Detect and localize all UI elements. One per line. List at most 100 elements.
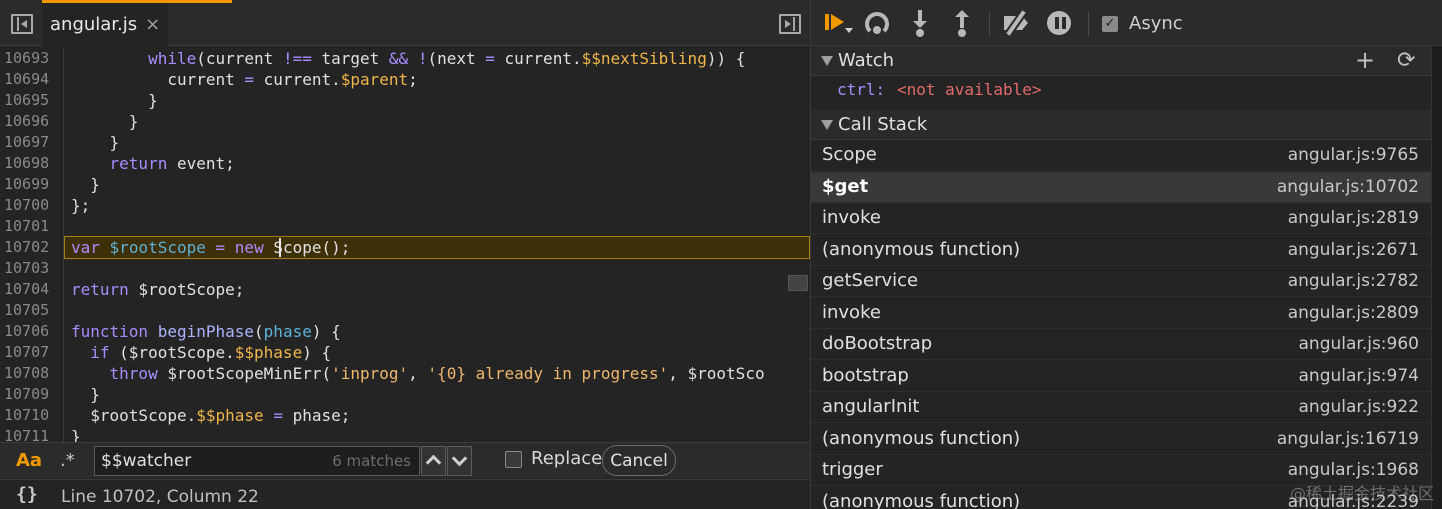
call-frame[interactable]: angularInit angular.js:922 xyxy=(811,392,1431,423)
call-frame-location[interactable]: angular.js:960 xyxy=(1299,334,1420,354)
match-count: 6 matches xyxy=(332,452,411,470)
call-frame[interactable]: Scope angular.js:9765 xyxy=(811,140,1431,171)
line-number[interactable]: 10705 xyxy=(4,300,60,321)
status-bar: {} Line 10702, Column 22 xyxy=(0,479,810,509)
line-number[interactable]: 10698 xyxy=(4,153,60,174)
code-line: } xyxy=(71,133,120,152)
search-bar: Aa .* 6 matches Replace Cancel xyxy=(0,442,810,478)
call-stack-section-header[interactable]: Call Stack xyxy=(811,110,1431,140)
call-frame[interactable]: invoke angular.js:2809 xyxy=(811,298,1431,329)
deactivate-breakpoints-icon[interactable] xyxy=(1001,10,1031,36)
step-over-icon[interactable] xyxy=(863,10,893,36)
refresh-icon[interactable]: ⟳ xyxy=(1397,48,1415,74)
line-number-gutter[interactable]: 10693 10694 10695 10696 10697 10698 10699 10700… xyxy=(0,47,64,442)
line-number[interactable]: 10704 xyxy=(4,279,60,300)
line-number[interactable]: 10702 xyxy=(4,237,60,258)
call-frame[interactable]: (anonymous function) angular.js:16719 xyxy=(811,424,1431,455)
toolbar-divider xyxy=(989,12,990,36)
collapse-triangle-icon[interactable] xyxy=(821,120,833,130)
code-line: } xyxy=(71,91,158,110)
step-into-icon[interactable] xyxy=(905,10,935,37)
call-frame-location[interactable]: angular.js:922 xyxy=(1299,397,1420,417)
call-frame-location[interactable]: angular.js:2819 xyxy=(1288,208,1419,228)
line-number[interactable]: 10700 xyxy=(4,195,60,216)
code-line: return event; xyxy=(109,154,235,173)
call-frame-location[interactable]: angular.js:10702 xyxy=(1277,177,1419,197)
call-frame-location[interactable]: angular.js:2671 xyxy=(1288,240,1419,260)
call-frame-name: invoke xyxy=(822,301,881,323)
call-frame[interactable]: $get angular.js:10702 xyxy=(811,171,1431,203)
line-number[interactable]: 10709 xyxy=(4,384,60,405)
watch-expression-name: ctrl: xyxy=(837,80,886,99)
call-frame-name: (anonymous function) xyxy=(822,490,1021,509)
call-frame-name: invoke xyxy=(822,207,881,228)
call-frame[interactable]: getService angular.js:2782 xyxy=(811,266,1431,297)
code-editor[interactable]: 10693 10694 10695 10696 10697 10698 10699 10700… xyxy=(0,47,810,442)
code-line: var $rootScope = new Scope(); xyxy=(71,238,351,257)
call-stack-title: Call Stack xyxy=(838,114,928,135)
line-number[interactable]: 10703 xyxy=(4,258,60,279)
regex-button[interactable]: .* xyxy=(60,450,75,471)
sidebar-scrollbar[interactable] xyxy=(1431,46,1442,509)
line-number[interactable]: 10694 xyxy=(4,69,60,90)
line-number[interactable]: 10706 xyxy=(4,321,60,342)
file-tab[interactable]: angular.js × xyxy=(42,3,169,46)
call-frame-location[interactable]: angular.js:9765 xyxy=(1288,145,1419,165)
match-case-button[interactable]: Aa xyxy=(16,450,42,471)
resume-icon[interactable] xyxy=(821,10,853,36)
async-label: Async xyxy=(1129,13,1183,34)
pretty-print-icon[interactable]: {} xyxy=(16,484,38,505)
editor-pane: angular.js × 10693 10694 10695 10696 10697 10… xyxy=(0,0,810,509)
call-frame[interactable]: doBootstrap angular.js:960 xyxy=(811,329,1431,360)
next-match-button[interactable] xyxy=(447,446,472,476)
pause-on-exceptions-icon[interactable] xyxy=(1044,10,1074,36)
call-frame-location[interactable]: angular.js:16719 xyxy=(1277,429,1419,449)
watch-expression-value: <not available> xyxy=(897,80,1042,99)
call-frame[interactable]: invoke angular.js:2819 xyxy=(811,203,1431,234)
line-number[interactable]: 10699 xyxy=(4,174,60,195)
debugger-toolbar: ✓ Async xyxy=(811,0,1442,46)
async-checkbox[interactable]: ✓ xyxy=(1102,16,1118,32)
search-input[interactable] xyxy=(101,447,331,475)
step-out-icon[interactable] xyxy=(947,10,977,37)
call-frame-location[interactable]: angular.js:1968 xyxy=(1288,460,1419,480)
code-line: while(current !== target && !(next = cur… xyxy=(148,49,746,68)
line-number[interactable]: 10693 xyxy=(4,48,60,69)
call-frame-name: trigger xyxy=(822,459,883,480)
call-frame-location[interactable]: angular.js:2809 xyxy=(1288,303,1419,323)
line-number[interactable]: 10697 xyxy=(4,132,60,153)
line-number[interactable]: 10707 xyxy=(4,342,60,363)
cancel-search-button[interactable]: Cancel xyxy=(602,445,676,476)
toggle-navigator-icon[interactable] xyxy=(11,14,33,34)
line-number[interactable]: 10710 xyxy=(4,405,60,426)
replace-checkbox[interactable] xyxy=(505,451,522,468)
watch-title: Watch xyxy=(838,50,895,71)
watch-section-header[interactable]: Watch + ⟳ xyxy=(811,46,1431,76)
call-frame-name: bootstrap xyxy=(822,364,909,386)
add-watch-icon[interactable]: + xyxy=(1355,47,1375,73)
code-line: throw $rootScopeMinErr('inprog', '{0} al… xyxy=(109,364,765,383)
call-frame-location[interactable]: angular.js:2782 xyxy=(1288,271,1419,291)
toggle-debugger-icon[interactable] xyxy=(779,14,801,34)
toolbar-divider xyxy=(1088,12,1089,36)
previous-match-button[interactable] xyxy=(421,446,446,476)
line-number[interactable]: 10701 xyxy=(4,216,60,237)
vertical-scrollbar-thumb[interactable] xyxy=(788,275,808,291)
replace-label: Replace xyxy=(531,448,603,469)
line-number[interactable]: 10708 xyxy=(4,363,60,384)
code-line: }; xyxy=(71,196,91,215)
call-stack-list: Scope angular.js:9765 $get angular.js:10702… xyxy=(811,140,1431,509)
close-tab-icon[interactable]: × xyxy=(145,14,160,35)
call-frame-name: doBootstrap xyxy=(822,333,933,354)
call-frame[interactable]: (anonymous function) angular.js:2671 xyxy=(811,235,1431,266)
collapse-triangle-icon[interactable] xyxy=(821,56,833,66)
call-frame-location[interactable]: angular.js:974 xyxy=(1299,366,1420,386)
line-number[interactable]: 10695 xyxy=(4,90,60,111)
line-number[interactable]: 10696 xyxy=(4,111,60,132)
call-frame-name: (anonymous function) xyxy=(822,238,1021,260)
watch-expression[interactable]: ctrl: <not available> xyxy=(811,77,1431,109)
call-frame-name: getService xyxy=(822,270,919,291)
call-frame[interactable]: bootstrap angular.js:974 xyxy=(811,361,1431,392)
line-number[interactable]: 10711 xyxy=(4,426,60,442)
code-line: } xyxy=(71,175,100,194)
